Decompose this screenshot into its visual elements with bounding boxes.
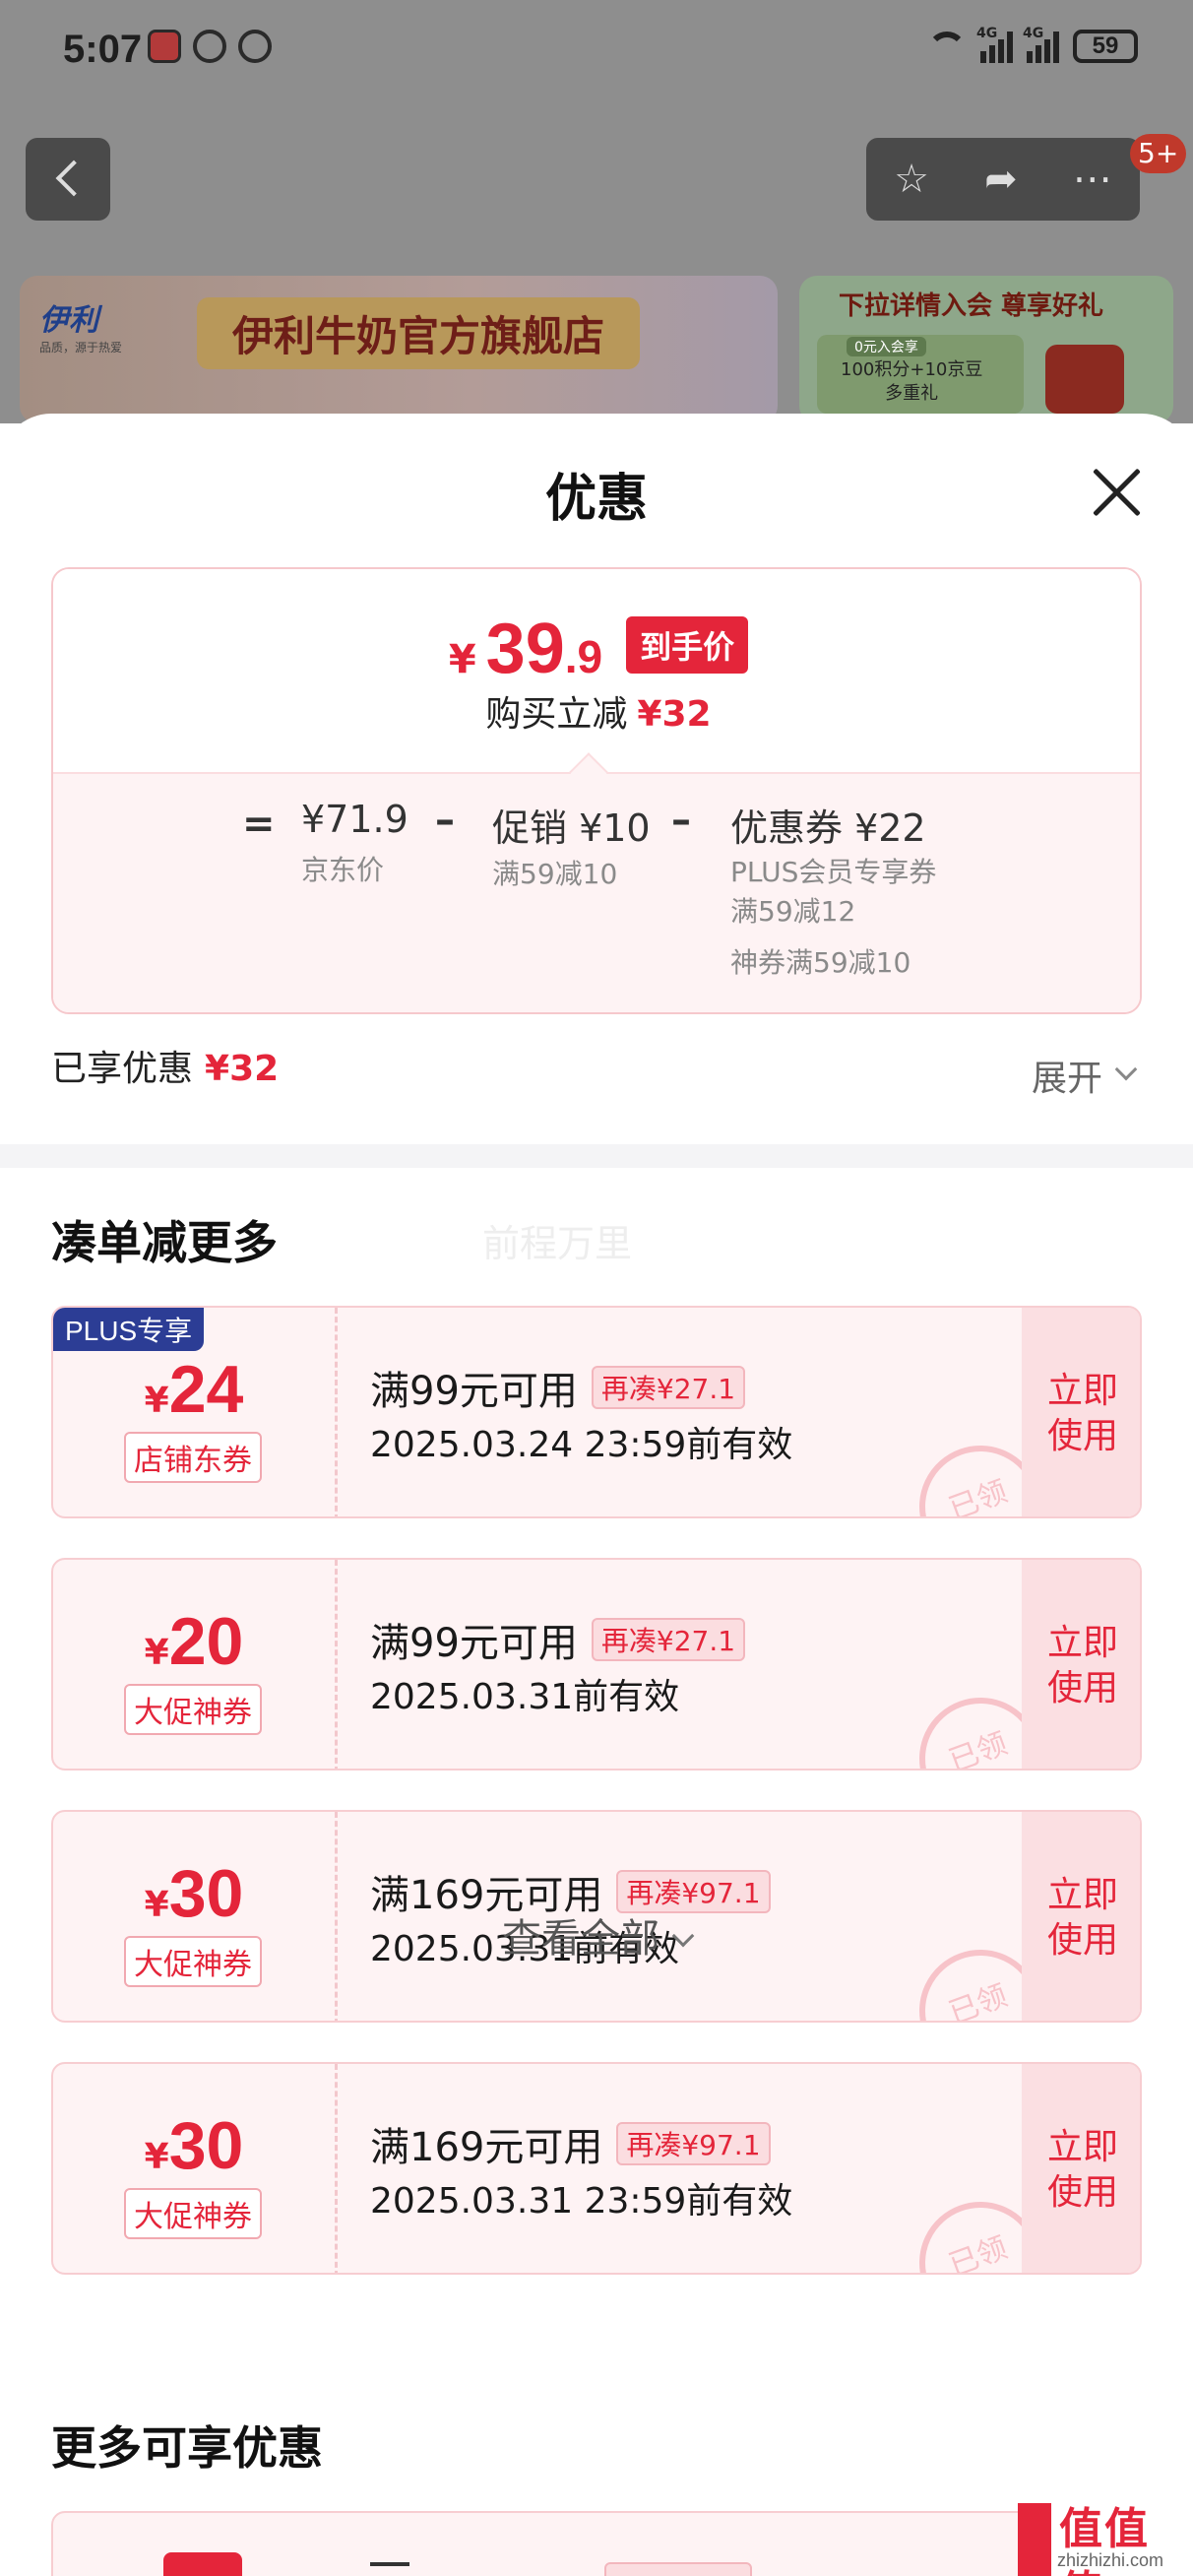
add-more-tag: 再凑¥27.1: [591, 1366, 746, 1409]
promo-title: 下拉详情入会 尊享好礼: [839, 291, 1104, 321]
coupon-card-partial: [51, 2511, 1142, 2576]
final-price: ¥ 39 .9 到手价: [53, 609, 1140, 689]
message-badge: 5+: [1130, 134, 1187, 173]
coupon-card: PLUS专享 ¥24 店铺东券 满99元可用 再凑¥27.1 2025.03.24…: [51, 1306, 1142, 1518]
speed-icon: [193, 30, 226, 63]
use-now-button[interactable]: 立即 使用: [1022, 1560, 1140, 1769]
status-bar: 5:07 4G 4G 59: [0, 0, 1193, 98]
gift-envelope-icon: [1045, 345, 1124, 414]
network-type-2: 4G: [1023, 26, 1044, 41]
jd-price-label: 京东价: [301, 854, 385, 886]
add-more-tag: 再凑¥27.1: [591, 1618, 746, 1661]
favorite-star-icon[interactable]: ☆: [894, 157, 929, 202]
back-button[interactable]: [26, 138, 110, 221]
coupon-condition: 满99元可用 再凑¥27.1: [370, 1359, 746, 1416]
coupon-god-condition: 神券满59减10: [730, 946, 911, 979]
final-price-integer: 39: [485, 610, 565, 688]
add-more-tag: 再凑¥97.1: [616, 2122, 771, 2165]
discount-sheet: 优惠 ¥ 39 .9 到手价 购买立减 ¥32 = ¥71.9 京东价 – 促销 …: [0, 414, 1193, 2576]
coupon-plus-condition: 满59减12: [730, 895, 856, 928]
final-price-decimal: .9: [564, 631, 603, 682]
store-logo: 伊利 品质，源于热爱: [39, 303, 123, 354]
add-more-tag-partial: [604, 2562, 752, 2576]
member-promo-banner[interactable]: 下拉详情入会 尊享好礼 0元入会享 100积分+10京豆 多重礼: [799, 276, 1173, 423]
coupon-expiry: 2025.03.31 23:59前有效: [370, 2181, 793, 2222]
coupon-value: PLUS专享 ¥24 店铺东券: [53, 1308, 335, 1516]
section-divider: [0, 1144, 1193, 1168]
sheet-title: 优惠: [544, 470, 648, 529]
signal-icon: 4G: [976, 26, 1013, 63]
app-notification-icon: [148, 30, 181, 63]
coupon-card: ¥20 大促神券 满99元可用 再凑¥27.1 2025.03.31前有效 已领 …: [51, 1558, 1142, 1771]
coupon-type: 店铺东券: [124, 1432, 262, 1483]
promo-condition: 满59减10: [492, 858, 618, 890]
use-now-button[interactable]: 立即 使用: [1022, 2064, 1140, 2273]
price-breakdown: = ¥71.9 京东价 – 促销 ¥10 满59减10 – 优惠券 ¥22 PL…: [53, 752, 1140, 1012]
instant-saving: 购买立减 ¥32: [485, 694, 712, 735]
site-watermark-logo: 值值值 zhizhizhi.com: [1018, 2493, 1193, 2576]
coupon-condition: 满169元可用 再凑¥97.1: [370, 2115, 771, 2172]
signal-icon-2: 4G: [1023, 26, 1059, 63]
coupon-value: ¥20 大促神券: [53, 1560, 335, 1769]
section-title-more-savings: 凑单减更多: [51, 1216, 278, 1269]
coupon-plus-label: PLUS会员专享券: [730, 856, 937, 888]
watermark-text: 前程万里: [482, 1222, 633, 1265]
nfc-icon: [238, 30, 272, 63]
coupon-expiry: 2025.03.31前有效: [370, 1677, 680, 1717]
final-price-tag: 到手价: [626, 616, 749, 674]
store-banner[interactable]: 伊利 品质，源于热爱 伊利牛奶官方旗舰店: [20, 276, 778, 423]
network-type-1: 4G: [976, 26, 998, 41]
minus-sign-2: –: [671, 798, 691, 843]
use-now-button[interactable]: 立即 使用: [1022, 1308, 1140, 1516]
coupon-expiry: 2025.03.24 23:59前有效: [370, 1425, 793, 1465]
equals-sign: =: [242, 802, 276, 847]
coupon-value: ¥30 大促神券: [53, 2064, 335, 2273]
status-right: 4G 4G 59: [927, 26, 1138, 63]
nav-tools: ☆ ➦ ⋯: [866, 138, 1140, 221]
saving-amount: ¥32: [637, 694, 712, 735]
background-page: 5:07 4G 4G 59 ☆ ➦ ⋯ 5+ 伊利 品质，源于热爱 伊利牛奶官方…: [0, 0, 1193, 423]
wifi-icon: [927, 32, 967, 61]
share-icon[interactable]: ➦: [984, 157, 1018, 202]
coupon-amount: 30: [168, 2108, 244, 2183]
coupon-amount: 20: [168, 1604, 244, 1679]
coupon-divider: [335, 1560, 338, 1769]
promo-amount: 促销 ¥10: [492, 806, 651, 850]
plus-exclusive-badge: PLUS专享: [53, 1308, 205, 1351]
status-time: 5:07: [63, 28, 143, 71]
enjoyed-discount: 已享优惠 ¥32: [51, 1049, 280, 1089]
coupon-condition-partial: [370, 2562, 409, 2576]
coupon-amount: 优惠券 ¥22: [730, 806, 926, 850]
store-name: 伊利牛奶官方旗舰店: [197, 297, 641, 369]
section-title-more-offers: 更多可享优惠: [51, 2421, 323, 2475]
chevron-down-icon[interactable]: [1114, 1058, 1138, 1081]
more-icon[interactable]: ⋯: [1073, 157, 1112, 202]
minus-sign-1: –: [435, 798, 455, 843]
notification-icons: [148, 30, 272, 63]
final-price-area: ¥ 39 .9 到手价 购买立减 ¥32: [53, 569, 1140, 772]
chevron-down-icon: [671, 1924, 695, 1948]
battery-icon: 59: [1073, 30, 1138, 63]
price-card: ¥ 39 .9 到手价 购买立减 ¥32 = ¥71.9 京东价 – 促销 ¥10…: [51, 567, 1142, 1014]
coupon-card: ¥30 大促神券 满169元可用 再凑¥97.1 2025.03.31 23:59…: [51, 2062, 1142, 2275]
coupon-divider: [335, 1308, 338, 1516]
promo-card: 0元入会享 100积分+10京豆 多重礼: [817, 335, 1024, 414]
coupon-condition: 满99元可用 再凑¥27.1: [370, 1611, 746, 1668]
view-all-button[interactable]: 查看全部: [0, 1906, 1193, 1964]
close-icon[interactable]: [1087, 463, 1146, 522]
coupon-divider: [335, 2064, 338, 2273]
expand-button[interactable]: 展开: [1032, 1050, 1102, 1101]
coupon-amount-partial: [163, 2552, 242, 2576]
coupon-type: 大促神券: [124, 1684, 262, 1735]
enjoyed-amount: ¥32: [205, 1049, 280, 1089]
jd-price: ¥71.9: [301, 798, 408, 841]
coupon-amount: 24: [168, 1352, 244, 1427]
coupon-type: 大促神券: [124, 2188, 262, 2239]
